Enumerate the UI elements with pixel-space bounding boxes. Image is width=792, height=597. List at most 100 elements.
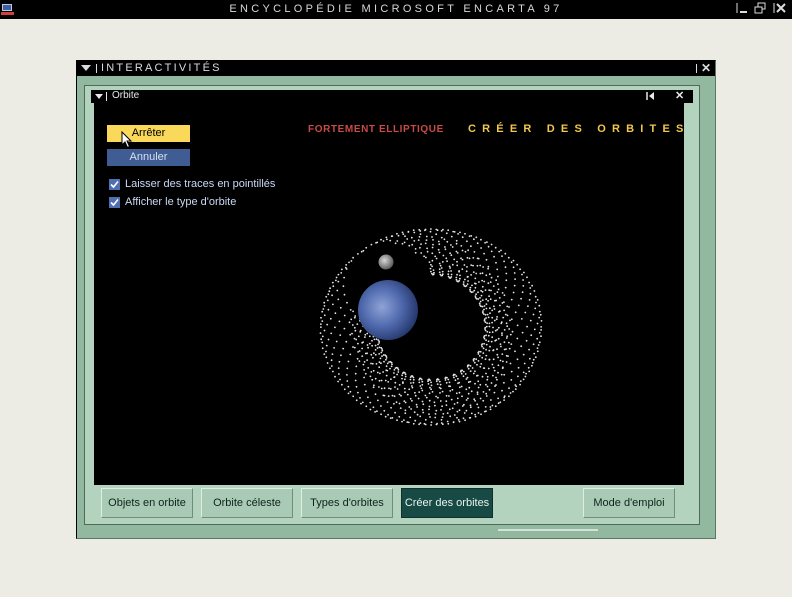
moon[interactable] — [378, 254, 394, 270]
orbit-dot — [479, 272, 482, 275]
orbit-dot — [497, 402, 500, 405]
orbit-dot — [510, 343, 513, 345]
orbit-dot — [497, 326, 500, 329]
orbit-dot — [531, 361, 534, 364]
orbit-dot — [500, 373, 503, 376]
orbit-dot — [380, 346, 382, 349]
orbit-dot — [440, 267, 443, 269]
orbit-dot — [478, 281, 480, 283]
tab-orbite-celeste[interactable]: Orbite céleste — [201, 488, 293, 518]
orbit-dot — [488, 325, 491, 328]
tab-mode-emploi[interactable]: Mode d'emploi — [583, 488, 675, 518]
orbit-dot — [464, 419, 466, 422]
orbit-dot — [527, 366, 530, 369]
orbit-stage[interactable]: Arrêter Annuler Laisser des traces en po… — [94, 102, 684, 485]
orbit-dot — [365, 390, 367, 393]
orbit-dot — [508, 328, 511, 330]
orbit-dot — [398, 384, 401, 386]
orbit-dot — [438, 268, 441, 271]
option-label: Laisser des traces en pointillés — [125, 178, 276, 190]
orbit-dot — [450, 270, 452, 272]
orbit-dot — [540, 329, 542, 331]
orbit-dot — [467, 249, 469, 252]
orbit-dot — [506, 335, 509, 338]
orbit-dot — [456, 264, 459, 267]
orbit-dot — [327, 338, 330, 341]
orbit-dot — [410, 382, 412, 384]
orbit-dot — [533, 352, 536, 355]
orbit-dot — [435, 409, 438, 412]
orbit-dot — [489, 312, 491, 315]
orbit-dot — [326, 323, 329, 326]
orbit-dot — [457, 419, 460, 421]
orbit-dot — [456, 410, 459, 413]
orbit-dot — [505, 354, 508, 357]
checkbox[interactable] — [109, 197, 120, 208]
orbit-dot — [409, 397, 412, 400]
orbit-dot — [517, 375, 519, 378]
close-icon[interactable] — [771, 1, 788, 17]
orbit-dot — [485, 303, 488, 305]
stop-button[interactable]: Arrêter — [107, 125, 190, 142]
orbit-dot — [421, 389, 424, 392]
orbit-dot — [425, 256, 427, 259]
checkbox[interactable] — [109, 179, 120, 190]
orbit-dot — [425, 396, 428, 399]
window-title: INTERACTIVITÉS — [101, 62, 222, 74]
orbit-dot — [453, 403, 456, 405]
tab-creer-des-orbites[interactable]: Créer des orbites — [401, 488, 493, 518]
orbit-dot — [493, 255, 495, 258]
orbit-dot — [504, 313, 507, 316]
dropdown-icon[interactable] — [81, 65, 91, 71]
orbit-dot — [513, 272, 516, 274]
orbit-dot — [429, 416, 431, 418]
orbit-dot — [480, 289, 482, 292]
orbit-dot — [374, 349, 377, 351]
minimize-icon[interactable] — [733, 1, 750, 17]
orbit-dot — [483, 319, 486, 322]
orbit-dot — [339, 306, 342, 309]
orbit-dot — [519, 380, 522, 382]
orbit-dot — [493, 391, 496, 394]
orbit-dot — [482, 391, 485, 393]
tab-objets-en-orbite[interactable]: Objets en orbite — [101, 488, 193, 518]
orbit-dot — [482, 352, 485, 354]
close-icon[interactable]: ✕ — [701, 61, 711, 75]
orbit-dot — [380, 413, 382, 416]
orbit-dot — [523, 271, 525, 274]
orbit-dot — [409, 376, 412, 378]
orbit-dot — [387, 395, 390, 397]
orbit-dot — [462, 417, 465, 420]
orbit-dot — [412, 422, 415, 425]
orbit-dot — [514, 388, 517, 390]
orbit-dot — [499, 343, 502, 345]
orbit-dot — [496, 316, 498, 318]
orbit-dot — [342, 347, 345, 350]
cancel-button[interactable]: Annuler — [107, 149, 190, 166]
tab-types-orbites[interactable]: Types d'orbites — [301, 488, 393, 518]
orbit-dot — [430, 388, 432, 391]
orbit-dot — [411, 399, 413, 402]
orbit-dot — [467, 275, 469, 278]
restore-icon[interactable] — [751, 1, 768, 17]
orbit-dot — [469, 286, 472, 289]
bottom-tab-bar: Objets en orbite Orbite céleste Types d'… — [94, 488, 684, 531]
orbit-dot — [425, 239, 428, 242]
close-icon[interactable]: ✕ — [675, 89, 684, 102]
orbit-dot — [404, 378, 406, 381]
dropdown-icon[interactable] — [95, 94, 103, 99]
orbit-dot — [438, 243, 441, 246]
orbit-dot — [450, 273, 453, 276]
orbit-dot — [489, 307, 491, 310]
orbit-dot — [480, 363, 483, 365]
orbit-dot — [516, 337, 519, 340]
orbit-dot — [334, 326, 336, 329]
orbit-dot — [417, 397, 420, 400]
orbit-dot — [349, 333, 352, 336]
orbit-dot — [424, 418, 427, 421]
orbit-dot — [445, 394, 448, 397]
orbit-dot — [456, 260, 458, 263]
orbit-dot — [483, 410, 486, 413]
orbit-dot — [465, 270, 468, 273]
orbit-dot — [522, 285, 525, 287]
